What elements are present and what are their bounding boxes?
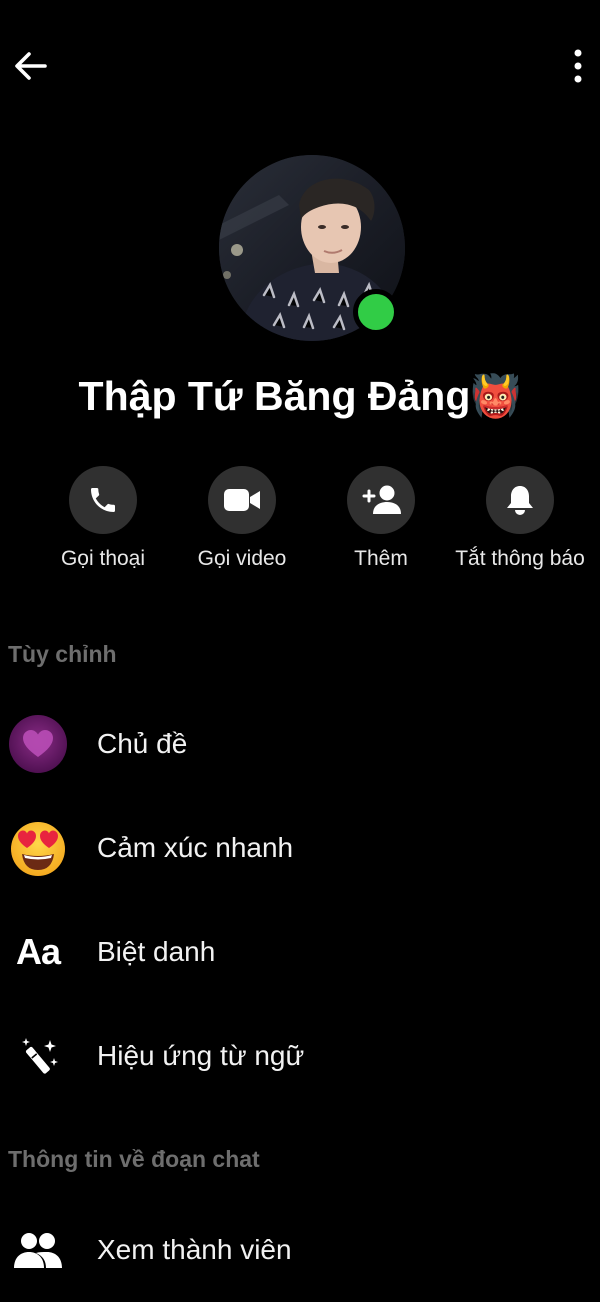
mute-notifications-button[interactable]: Tắt thông báo (445, 466, 595, 573)
menu-item-nickname-label: Biệt danh (97, 936, 216, 967)
mute-notifications-circle[interactable] (486, 466, 554, 534)
menu-item-view-members[interactable]: Xem thành viên (0, 1210, 600, 1290)
section-title-customize: Tùy chỉnh (8, 641, 117, 667)
aa-text-icon: Aa (8, 922, 68, 982)
back-button[interactable] (8, 44, 52, 88)
menu-item-view-members-label: Xem thành viên (97, 1234, 292, 1265)
menu-item-word-effects-label: Hiệu ứng từ ngữ (97, 1040, 305, 1071)
magic-wand-icon (8, 1026, 68, 1086)
voice-call-label: Gọi thoại (60, 547, 146, 570)
mute-notifications-label: Tắt thông báo (455, 547, 585, 570)
video-call-label: Gọi video (197, 547, 287, 570)
profile-avatar-container[interactable] (219, 155, 405, 341)
more-options-button[interactable] (556, 44, 600, 88)
add-member-label: Thêm (354, 547, 408, 570)
voice-call-button[interactable]: Gọi thoại (28, 466, 178, 573)
add-person-icon (362, 485, 401, 514)
quick-actions: Gọi thoại Gọi video Thêm Tắt thông báo (0, 466, 600, 586)
menu-item-theme[interactable]: Chủ đề (0, 704, 600, 784)
phone-icon (91, 488, 115, 512)
menu-item-word-effects[interactable]: Hiệu ứng từ ngữ (0, 1016, 600, 1096)
section-title-chat-info: Thông tin về đoạn chat (8, 1146, 260, 1172)
video-call-button[interactable]: Gọi video (167, 466, 317, 573)
heart-eyes-emoji-icon (8, 818, 68, 878)
video-camera-icon (224, 489, 260, 511)
menu-item-quick-reaction[interactable]: Cảm xúc nhanh (0, 808, 600, 888)
theme-heart-icon (8, 714, 68, 774)
menu-item-theme-label: Chủ đề (97, 728, 188, 759)
voice-call-circle[interactable] (69, 466, 137, 534)
profile-name: Thập Tứ Băng Đảng👹 (78, 373, 522, 419)
top-bar (0, 0, 600, 130)
people-icon (8, 1220, 68, 1280)
menu-item-quick-reaction-label: Cảm xúc nhanh (97, 832, 294, 863)
aa-text-glyph: Aa (15, 931, 61, 972)
video-call-circle[interactable] (208, 466, 276, 534)
add-member-button[interactable]: Thêm (306, 466, 456, 573)
add-member-circle[interactable] (347, 466, 415, 534)
more-vertical-icon (574, 49, 582, 83)
online-status-indicator (353, 289, 399, 335)
menu-item-nickname[interactable]: Aa Biệt danh (0, 912, 600, 992)
arrow-left-icon (15, 52, 47, 80)
bell-icon (507, 486, 533, 515)
